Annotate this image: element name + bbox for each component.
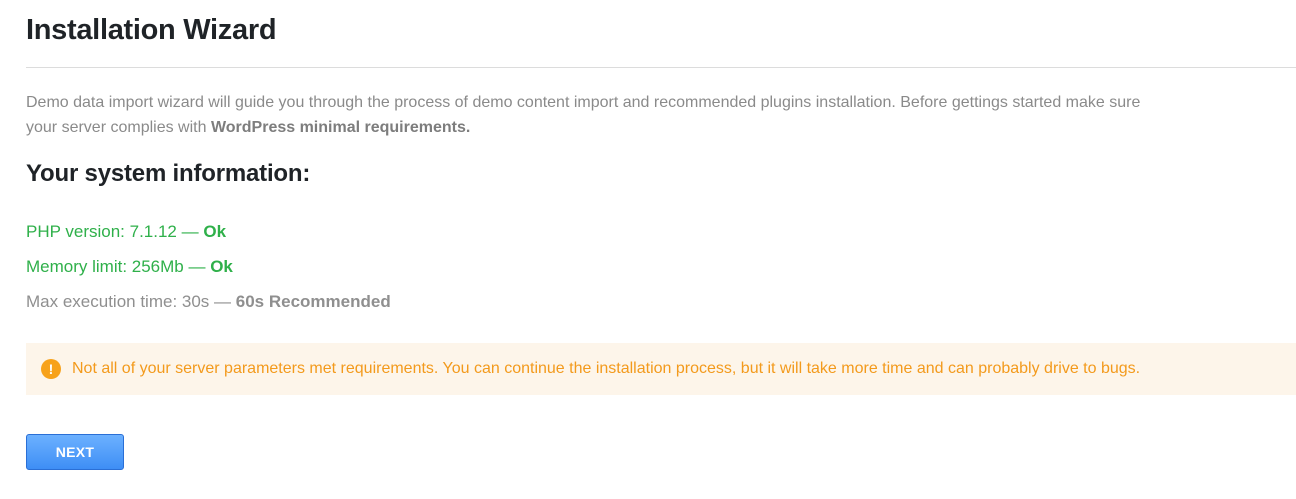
notice-text: Not all of your server parameters met re… xyxy=(72,360,1141,377)
memory-limit-status: Ok xyxy=(210,257,233,276)
php-version-status: Ok xyxy=(203,222,227,241)
intro-text: Demo data import wizard will guide you t… xyxy=(26,94,1141,136)
installation-wizard-page: Installation Wizard Demo data import wiz… xyxy=(0,0,1296,499)
title-divider xyxy=(26,67,1296,68)
memory-limit-label: Memory limit: 256Mb — xyxy=(26,257,211,276)
max-execution-label: Max execution time: 30s — xyxy=(26,292,236,311)
intro-paragraph: Demo data import wizard will guide you t… xyxy=(26,90,1156,140)
max-execution-row: Max execution time: 30s — 60s Recommende… xyxy=(26,291,391,313)
memory-limit-row: Memory limit: 256Mb — Ok xyxy=(26,256,233,278)
requirements-link[interactable]: WordPress minimal requirements. xyxy=(211,119,470,136)
php-version-row: PHP version: 7.1.12 — Ok xyxy=(26,221,226,243)
system-info-title: Your system information: xyxy=(26,160,311,187)
exclamation-circle-icon: ! xyxy=(41,359,61,379)
php-version-label: PHP version: 7.1.12 — xyxy=(26,222,204,241)
next-button[interactable]: NEXT xyxy=(26,434,124,470)
page-title: Installation Wizard xyxy=(26,14,277,46)
max-execution-status: 60s Recommended xyxy=(235,292,391,311)
requirements-warning-notice: ! Not all of your server parameters met … xyxy=(26,343,1296,395)
